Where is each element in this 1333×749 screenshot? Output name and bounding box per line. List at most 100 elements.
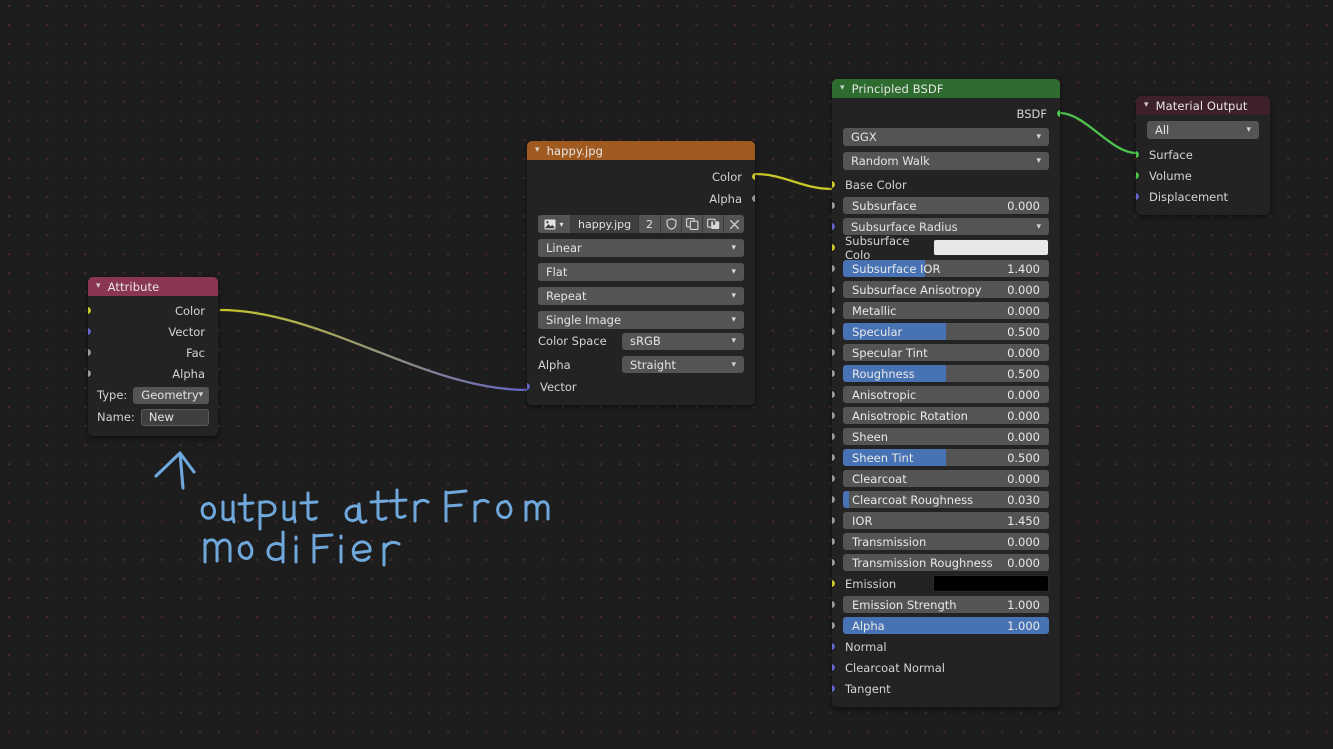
color-swatch-subsurface-colo[interactable] — [933, 239, 1049, 256]
bsdf-slider-sheen-tint[interactable]: Sheen Tint 0.500 — [843, 449, 1049, 466]
socket-color-output[interactable] — [751, 172, 755, 181]
bsdf-slider-ior[interactable]: IOR 1.450 — [843, 512, 1049, 529]
output-label-bsdf: BSDF — [1016, 107, 1047, 121]
socket-subsurface-ior-input[interactable] — [832, 264, 836, 273]
image-name-field[interactable]: happy.jpg — [571, 215, 639, 233]
socket-clearcoat-input[interactable] — [832, 474, 836, 483]
node-material-output-title: Material Output — [1155, 98, 1248, 113]
output-label-color: Color — [711, 170, 742, 184]
node-principled-bsdf-header[interactable]: ▾ Principled BSDF — [832, 79, 1060, 98]
bsdf-slider-subsurface-ior[interactable]: Subsurface IOR 1.400 — [843, 260, 1049, 277]
interpolation-dropdown[interactable]: Linear ▾ — [538, 239, 744, 257]
socket-sheen-tint-input[interactable] — [832, 453, 836, 462]
output-row-alpha: Alpha — [527, 188, 755, 209]
bsdf-slider-transmission-roughness[interactable]: Transmission Roughness 0.000 — [843, 554, 1049, 571]
duplicate-icon — [685, 218, 698, 230]
unlink-image-button[interactable] — [724, 215, 744, 233]
chevron-down-icon[interactable]: ▾ — [535, 146, 540, 155]
attribute-name-row: Name: New — [88, 406, 218, 428]
distribution-dropdown[interactable]: GGX ▾ — [843, 128, 1049, 146]
socket-clearcoat-roughness-input[interactable] — [832, 495, 836, 504]
attribute-name-input[interactable]: New — [140, 408, 209, 426]
node-attribute[interactable]: ▾ Attribute Color Vector Fac Alpha Type: — [88, 277, 218, 436]
slider-label: Sheen Tint — [852, 450, 914, 465]
node-image-texture-title: happy.jpg — [546, 143, 604, 158]
bsdf-dropdown-subsurface-radius[interactable]: Subsurface Radius ▾ — [843, 218, 1049, 235]
bsdf-slider-anisotropic-rotation[interactable]: Anisotropic Rotation 0.000 — [843, 407, 1049, 424]
slider-label: Specular — [852, 324, 903, 339]
chevron-down-icon[interactable]: ▾ — [840, 84, 845, 93]
subsurface-method-dropdown[interactable]: Random Walk ▾ — [843, 152, 1049, 170]
socket-roughness-input[interactable] — [832, 369, 836, 378]
socket-alpha-output[interactable] — [751, 194, 755, 203]
socket-emission-strength-input[interactable] — [832, 600, 836, 609]
bsdf-slider-clearcoat[interactable]: Clearcoat 0.000 — [843, 470, 1049, 487]
bsdf-slider-subsurface-anisotropy[interactable]: Subsurface Anisotropy 0.000 — [843, 281, 1049, 298]
node-image-texture[interactable]: ▾ happy.jpg Color Alpha ▾ happy.jpg 2 Li… — [527, 141, 755, 405]
socket-bsdf-output[interactable] — [1056, 109, 1060, 118]
bsdf-slider-specular[interactable]: Specular 0.500 — [843, 323, 1049, 340]
image-datablock-toolbar[interactable]: ▾ happy.jpg 2 — [538, 215, 744, 233]
attribute-type-dropdown[interactable]: Geometry ▾ — [133, 386, 209, 404]
image-datablock-browse-button[interactable]: ▾ — [538, 215, 571, 233]
color-swatch-emission[interactable] — [933, 575, 1049, 592]
image-users-count[interactable]: 2 — [639, 215, 661, 233]
shader-node-editor-canvas[interactable]: ▾ Attribute Color Vector Fac Alpha Type: — [0, 0, 1333, 749]
color-space-dropdown[interactable]: sRGB ▾ — [622, 332, 744, 350]
new-copy-button[interactable] — [682, 215, 703, 233]
socket-alpha-input[interactable] — [832, 621, 836, 630]
bsdf-slider-transmission[interactable]: Transmission 0.000 — [843, 533, 1049, 550]
socket-subsurface-radius-input[interactable] — [832, 222, 836, 231]
node-material-output[interactable]: ▾ Material Output All ▾ Surface Volume D… — [1136, 96, 1270, 215]
socket-metallic-input[interactable] — [832, 306, 836, 315]
alpha-mode-dropdown[interactable]: Straight ▾ — [622, 356, 744, 373]
extension-dropdown[interactable]: Repeat ▾ — [538, 287, 744, 305]
node-image-texture-header[interactable]: ▾ happy.jpg — [527, 141, 755, 160]
socket-anisotropic-rotation-input[interactable] — [832, 411, 836, 420]
link-bsdf-to-surface — [1059, 111, 1137, 155]
socket-subsurface-anisotropy-input[interactable] — [832, 285, 836, 294]
socket-ior-input[interactable] — [832, 516, 836, 525]
socket-sheen-input[interactable] — [832, 432, 836, 441]
bsdf-slider-subsurface[interactable]: Subsurface 0.000 — [843, 197, 1049, 214]
attribute-type-value: Geometry — [141, 388, 199, 402]
chevron-down-icon: ▾ — [559, 219, 564, 229]
slider-label: Clearcoat — [852, 471, 907, 486]
bsdf-slider-emission-strength[interactable]: Emission Strength 1.000 — [843, 596, 1049, 613]
chevron-down-icon: ▾ — [731, 267, 736, 277]
socket-specular-input[interactable] — [832, 327, 836, 336]
chevron-down-icon: ▾ — [731, 336, 736, 346]
bsdf-slider-clearcoat-roughness[interactable]: Clearcoat Roughness 0.030 — [843, 491, 1049, 508]
source-dropdown[interactable]: Single Image ▾ — [538, 311, 744, 329]
output-row-fac: Fac — [88, 342, 218, 363]
slider-value: 0.000 — [1007, 429, 1040, 444]
chevron-down-icon[interactable]: ▾ — [1144, 101, 1149, 110]
slider-value: 0.000 — [1007, 534, 1040, 549]
input-row-surface: Surface — [1136, 144, 1270, 165]
node-attribute-header[interactable]: ▾ Attribute — [88, 277, 218, 296]
projection-dropdown[interactable]: Flat ▾ — [538, 263, 744, 281]
bsdf-input-row: Normal — [832, 636, 1060, 657]
node-material-output-header[interactable]: ▾ Material Output — [1136, 96, 1270, 115]
bsdf-slider-sheen[interactable]: Sheen 0.000 — [843, 428, 1049, 445]
bsdf-slider-alpha[interactable]: Alpha 1.000 — [843, 617, 1049, 634]
bsdf-slider-anisotropic[interactable]: Anisotropic 0.000 — [843, 386, 1049, 403]
bsdf-slider-specular-tint[interactable]: Specular Tint 0.000 — [843, 344, 1049, 361]
socket-anisotropic-input[interactable] — [832, 390, 836, 399]
chevron-down-icon: ▾ — [731, 243, 736, 253]
fake-user-button[interactable] — [661, 215, 682, 233]
output-label-vector: Vector — [168, 324, 205, 339]
bsdf-input-label: Base Color — [845, 177, 907, 192]
bsdf-slider-metallic[interactable]: Metallic 0.000 — [843, 302, 1049, 319]
pack-file-button[interactable] — [703, 215, 724, 233]
node-principled-bsdf[interactable]: ▾ Principled BSDF BSDF GGX ▾ Random Walk… — [832, 79, 1060, 707]
output-row-color: Color — [88, 300, 218, 321]
socket-subsurface-input[interactable] — [832, 201, 836, 210]
chevron-down-icon[interactable]: ▾ — [96, 282, 101, 291]
target-dropdown[interactable]: All ▾ — [1147, 121, 1259, 139]
socket-transmission-input[interactable] — [832, 537, 836, 546]
socket-transmission-roughness-input[interactable] — [832, 558, 836, 567]
socket-specular-tint-input[interactable] — [832, 348, 836, 357]
image-datablock-icon — [544, 219, 556, 229]
bsdf-slider-roughness[interactable]: Roughness 0.500 — [843, 365, 1049, 382]
